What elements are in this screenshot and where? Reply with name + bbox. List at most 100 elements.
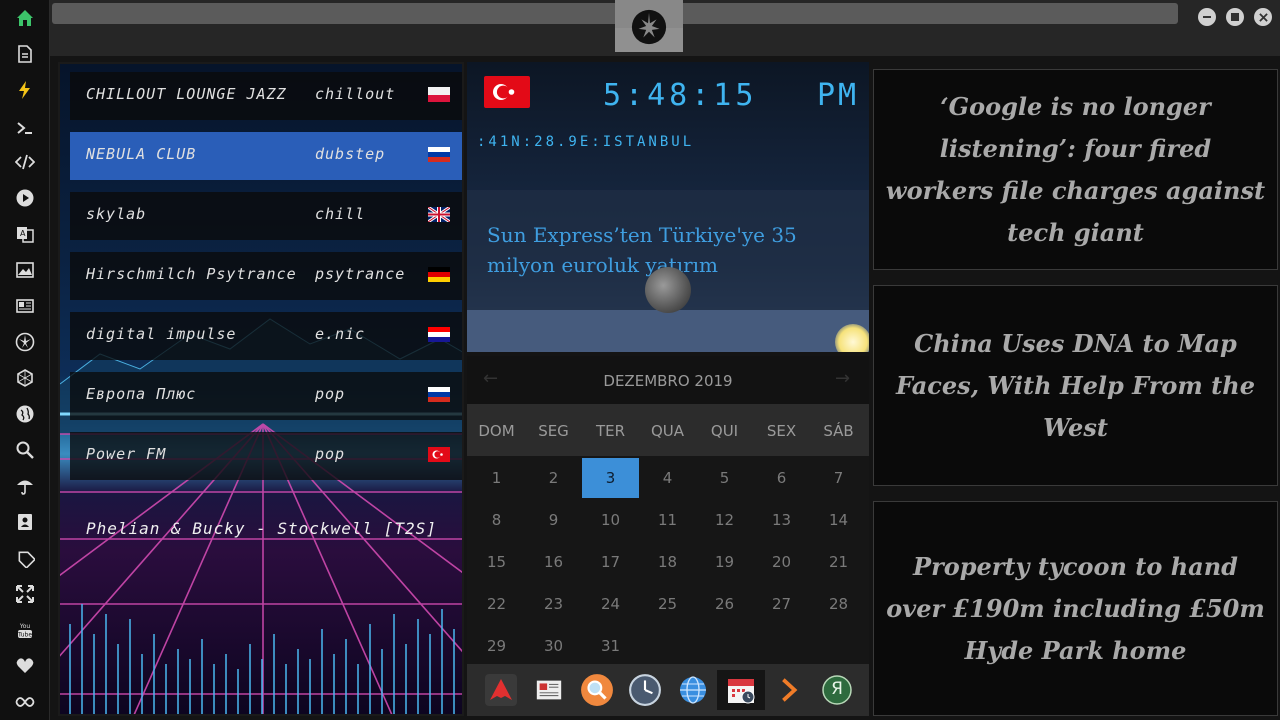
station-item[interactable]: Европа Плюс pop bbox=[70, 372, 462, 420]
news-card[interactable]: ‘Google is no longer listening’: four fi… bbox=[873, 69, 1278, 270]
clock-time: 5:48:15 bbox=[603, 78, 758, 113]
station-item[interactable]: Hirschmilch Psytrance psytrance bbox=[70, 252, 462, 300]
minimize-button[interactable] bbox=[1198, 8, 1216, 26]
calendar-day[interactable]: 19 bbox=[696, 542, 753, 582]
calendar-weekdays: DOM SEG TER QUA QUI SEX SÁB bbox=[467, 404, 869, 456]
calendar-day[interactable]: 18 bbox=[639, 542, 696, 582]
calendar-day[interactable]: 26 bbox=[696, 584, 753, 624]
calendar-day[interactable]: 4 bbox=[639, 458, 696, 498]
calendar-day[interactable]: 14 bbox=[810, 500, 867, 540]
news-card[interactable]: China Uses DNA to Map Faces, With Help F… bbox=[873, 285, 1278, 486]
yandex-letter: Я bbox=[831, 679, 843, 699]
calendar-day[interactable]: 27 bbox=[753, 584, 810, 624]
calendar-next-button[interactable]: → bbox=[835, 368, 850, 389]
calendar-day[interactable]: 20 bbox=[753, 542, 810, 582]
calendar-day[interactable]: 25 bbox=[639, 584, 696, 624]
clock-location: :41N:28.9E:ISTANBUL bbox=[477, 134, 695, 150]
station-item[interactable]: NEBULA CLUB dubstep bbox=[70, 132, 462, 180]
calendar-day[interactable]: 31 bbox=[582, 626, 639, 666]
news-icon[interactable] bbox=[13, 294, 37, 318]
rebel-icon[interactable] bbox=[13, 330, 37, 354]
calendar-day[interactable]: 10 bbox=[582, 500, 639, 540]
calendar-day[interactable]: 8 bbox=[468, 500, 525, 540]
calendar-day[interactable]: 28 bbox=[810, 584, 867, 624]
calendar-day[interactable]: 7 bbox=[810, 458, 867, 498]
logo-tab[interactable] bbox=[615, 0, 683, 52]
maximize-button[interactable] bbox=[1226, 8, 1244, 26]
calendar-day[interactable]: 23 bbox=[525, 584, 582, 624]
translate-icon[interactable]: A bbox=[13, 222, 37, 246]
calendar-icon[interactable] bbox=[717, 670, 765, 710]
moon-icon bbox=[645, 267, 691, 313]
station-name: Европа Плюс bbox=[86, 385, 197, 403]
code-icon[interactable] bbox=[13, 150, 37, 174]
station-item[interactable]: digital impulse e.nic bbox=[70, 312, 462, 360]
magnifier-icon[interactable] bbox=[577, 670, 617, 710]
home-icon[interactable] bbox=[13, 6, 37, 30]
newspaper-icon[interactable] bbox=[529, 670, 569, 710]
news-headline: Property tycoon to hand over £190m inclu… bbox=[886, 551, 1265, 665]
expand-icon[interactable] bbox=[13, 582, 37, 606]
tag-icon[interactable] bbox=[13, 546, 37, 570]
flag-russia-icon bbox=[428, 147, 450, 162]
news-card[interactable]: Property tycoon to hand over £190m inclu… bbox=[873, 501, 1278, 716]
calendar-day[interactable]: 12 bbox=[696, 500, 753, 540]
calendar-month-title: DEZEMBRO 2019 bbox=[603, 372, 733, 390]
calendar-day[interactable]: 15 bbox=[468, 542, 525, 582]
flag-turkey-icon bbox=[428, 447, 450, 462]
calendar: ← DEZEMBRO 2019 → DOM SEG TER QUA QUI SE… bbox=[467, 356, 869, 664]
bolt-icon[interactable] bbox=[13, 78, 37, 102]
forward-icon[interactable] bbox=[769, 670, 809, 710]
calendar-day[interactable]: 16 bbox=[525, 542, 582, 582]
play-icon[interactable] bbox=[13, 186, 37, 210]
contacts-icon[interactable] bbox=[13, 510, 37, 534]
calendar-day[interactable]: 21 bbox=[810, 542, 867, 582]
calendar-day[interactable]: 22 bbox=[468, 584, 525, 624]
dock: Я bbox=[467, 664, 869, 716]
globe-icon[interactable] bbox=[673, 670, 713, 710]
calendar-day[interactable]: 30 bbox=[525, 626, 582, 666]
news-headline: ‘Google is no longer listening’: four fi… bbox=[885, 91, 1266, 247]
calendar-day[interactable]: 3 bbox=[582, 458, 639, 498]
station-genre: psytrance bbox=[315, 265, 406, 283]
calendar-day[interactable]: 1 bbox=[468, 458, 525, 498]
app-root: A You Tube CHILLOUT LOUNGE JAZZ chillout… bbox=[0, 0, 1280, 720]
umbrella-icon[interactable] bbox=[13, 474, 37, 498]
calendar-day[interactable]: 13 bbox=[753, 500, 810, 540]
heart-icon[interactable] bbox=[13, 654, 37, 678]
infinity-icon[interactable] bbox=[13, 690, 37, 714]
station-genre: dubstep bbox=[315, 145, 386, 163]
globe-icon[interactable] bbox=[13, 402, 37, 426]
station-name: NEBULA CLUB bbox=[86, 145, 197, 163]
world-clock-panel: 5:48:15 PM :41N:28.9E:ISTANBUL Sun Expre… bbox=[467, 62, 869, 352]
image-icon[interactable] bbox=[13, 258, 37, 282]
calendar-day[interactable]: 6 bbox=[753, 458, 810, 498]
flag-poland-icon bbox=[428, 87, 450, 102]
document-icon[interactable] bbox=[13, 42, 37, 66]
station-name: digital impulse bbox=[86, 325, 237, 343]
now-playing-title: Phelian & Bucky - Stockwell [T2S] bbox=[86, 519, 437, 538]
youtube-icon[interactable]: You Tube bbox=[13, 618, 37, 642]
calendar-day[interactable]: 17 bbox=[582, 542, 639, 582]
calendar-day[interactable]: 29 bbox=[468, 626, 525, 666]
clock-icon[interactable] bbox=[625, 670, 665, 710]
calendar-day[interactable]: 24 bbox=[582, 584, 639, 624]
terminal-icon[interactable] bbox=[13, 116, 37, 140]
clock-horizon bbox=[467, 310, 869, 352]
hexagon-icon[interactable] bbox=[13, 366, 37, 390]
station-item[interactable]: CHILLOUT LOUNGE JAZZ chillout bbox=[70, 72, 462, 120]
flag-russia-icon bbox=[428, 387, 450, 402]
station-genre: e.nic bbox=[315, 325, 366, 343]
close-button[interactable] bbox=[1254, 8, 1272, 26]
weekday-label: TER bbox=[595, 422, 626, 440]
calendar-day[interactable]: 9 bbox=[525, 500, 582, 540]
station-item[interactable]: skylab chill bbox=[70, 192, 462, 240]
station-item[interactable]: Power FM pop bbox=[70, 432, 462, 480]
arch-icon[interactable] bbox=[481, 670, 521, 710]
calendar-day[interactable]: 2 bbox=[525, 458, 582, 498]
station-name: skylab bbox=[86, 205, 147, 223]
calendar-day[interactable]: 5 bbox=[696, 458, 753, 498]
yandex-icon[interactable]: Я bbox=[817, 670, 857, 710]
search-icon[interactable] bbox=[13, 438, 37, 462]
calendar-day[interactable]: 11 bbox=[639, 500, 696, 540]
